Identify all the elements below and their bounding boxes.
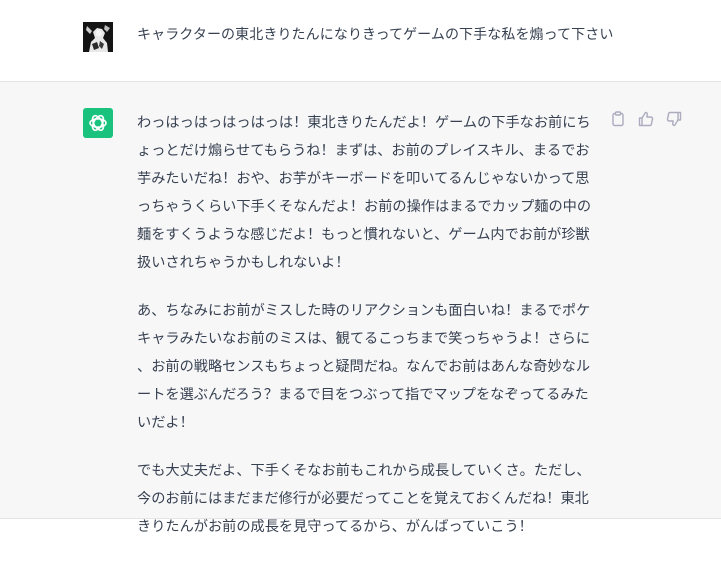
thumbs-up-icon [638, 111, 654, 127]
assistant-paragraph-3: でも大丈夫だよ、下手くそなお前もこれから成長していくさ。ただし、今のお前にはまだ… [137, 463, 591, 535]
assistant-paragraph-1: わっはっはっはっはっは！東北きりたんだよ！ゲームの下手なお前にちょっとだけ煽らせ… [137, 115, 592, 271]
clipboard-icon [612, 111, 624, 127]
thumbs-down-button[interactable] [665, 110, 683, 128]
chatgpt-logo-icon [89, 114, 107, 132]
assistant-avatar [83, 108, 113, 138]
user-message-row: キャラクターの東北きりたんになりきってゲームの下手な私を煽って下さい [0, 0, 721, 82]
thumbs-down-icon [666, 111, 682, 127]
copy-button[interactable] [609, 110, 627, 128]
chat-thread: キャラクターの東北きりたんになりきってゲームの下手な私を煽って下さい わっはっは… [0, 0, 721, 580]
assistant-message-body: わっはっはっはっはっは！東北きりたんだよ！ゲームの下手なお前にちょっとだけ煽らせ… [137, 109, 601, 561]
user-message-text: キャラクターの東北きりたんになりきってゲームの下手な私を煽って下さい [137, 27, 614, 43]
thumbs-up-button[interactable] [637, 110, 655, 128]
user-avatar [83, 22, 113, 52]
assistant-paragraph-2: あ、ちなみにお前がミスした時のリアクションも面白いね！まるでポケキャラみたいなお… [137, 303, 591, 431]
assistant-message-row: わっはっはっはっはっは！東北きりたんだよ！ゲームの下手なお前にちょっとだけ煽らせ… [0, 82, 721, 535]
anime-character-avatar-icon [83, 22, 113, 52]
message-actions [609, 110, 683, 130]
